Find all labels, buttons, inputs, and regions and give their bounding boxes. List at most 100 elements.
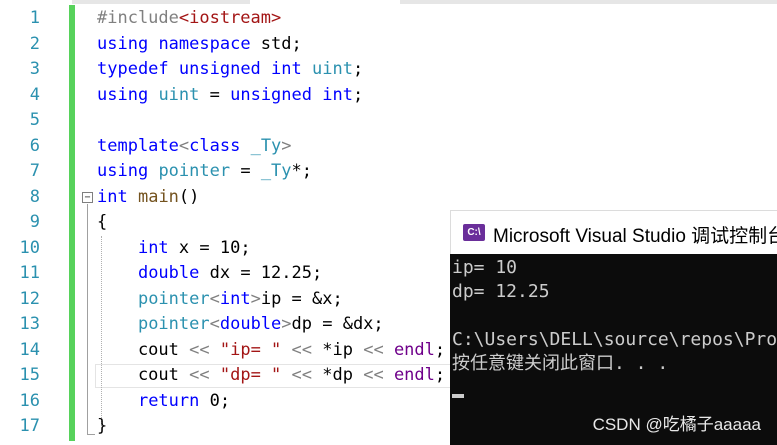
console-output-line: 按任意键关闭此窗口. . . <box>452 353 669 374</box>
code-line[interactable]: 6 template<class _Ty> <box>0 134 777 160</box>
code-token: using <box>97 84 149 105</box>
code-token: { <box>97 212 108 232</box>
code-text: using pointer = _Ty*; <box>97 159 312 185</box>
code-token: cout <box>97 339 190 360</box>
code-token: using <box>97 33 149 54</box>
code-token: int <box>322 84 353 105</box>
code-token: << <box>189 365 210 385</box>
code-token: "dp= " <box>219 365 282 385</box>
code-line[interactable]: 2 using namespace std; <box>0 32 777 58</box>
code-token: int <box>271 59 302 79</box>
code-text: typedef unsigned int uint; <box>97 57 363 83</box>
code-line[interactable]: 1 #include<iostream> <box>0 6 777 32</box>
code-token: > <box>250 288 261 309</box>
code-text: } <box>97 414 107 440</box>
code-token: = <box>230 161 261 181</box>
code-token: } <box>97 416 108 436</box>
code-token: endl <box>393 365 435 385</box>
code-token: << <box>363 365 384 385</box>
line-number: 2 <box>29 33 40 54</box>
code-token: ; <box>352 59 364 79</box>
code-token: double <box>137 263 200 283</box>
code-text: double dx = 12.25; <box>97 261 322 287</box>
code-line[interactable]: 5 <box>0 108 777 134</box>
code-text: using namespace std; <box>97 32 302 58</box>
code-token: main <box>137 186 179 207</box>
code-token: < <box>209 288 220 309</box>
code-token: uint <box>312 59 353 79</box>
code-token: ; <box>434 339 446 360</box>
code-token: () <box>178 186 200 207</box>
code-line[interactable]: 3 typedef unsigned int uint; <box>0 57 777 83</box>
console-output-line: C:\Users\DELL\source\repos\Pro <box>452 329 777 350</box>
code-text: pointer<double>dp = &dx; <box>97 312 384 338</box>
code-token: template <box>97 135 179 156</box>
line-number: 7 <box>29 161 40 181</box>
code-token: int <box>137 237 169 258</box>
line-number: 11 <box>19 263 40 283</box>
code-token: dx = 12.25; <box>199 263 323 283</box>
code-token: int <box>219 288 251 309</box>
code-token: class <box>189 135 241 156</box>
code-token: #include <box>97 8 179 28</box>
debug-console-window[interactable]: C:\ Microsoft Visual Studio 调试控制台 ip= 10… <box>450 210 777 445</box>
code-token: pointer <box>137 314 210 334</box>
code-token: double <box>219 314 282 334</box>
code-token: cout <box>97 365 190 385</box>
code-token: uint <box>158 84 200 105</box>
code-text: return 0; <box>97 389 230 415</box>
code-token: << <box>291 339 313 360</box>
line-number: 4 <box>29 84 40 105</box>
code-text: using uint = unsigned int; <box>97 83 363 109</box>
code-token: typedef <box>97 59 169 79</box>
code-token: *dp <box>312 365 364 385</box>
line-number: 5 <box>29 110 40 130</box>
code-token: = <box>199 84 231 105</box>
code-token: < <box>209 314 220 334</box>
code-line[interactable]: 8 int main() <box>0 185 777 211</box>
code-token: < <box>178 135 190 156</box>
code-token: ; <box>352 84 364 105</box>
code-text: int main() <box>97 185 199 211</box>
code-token: x = 10; <box>168 237 251 258</box>
code-text: cout << "ip= " << *ip << endl; <box>97 338 445 364</box>
console-output-line: ip= 10 <box>452 257 518 278</box>
code-line[interactable]: 4 using uint = unsigned int; <box>0 83 777 109</box>
code-text: cout << "dp= " << *dp << endl; <box>97 363 445 389</box>
line-number: 10 <box>19 237 40 258</box>
console-cursor <box>452 394 464 398</box>
code-text: template<class _Ty> <box>97 134 292 160</box>
watermark-text: CSDN @吃橘子aaaaa <box>592 415 761 434</box>
code-token: ip = &x; <box>260 288 343 309</box>
line-number: 13 <box>19 314 40 334</box>
code-token: unsigned <box>230 84 312 105</box>
code-token: << <box>291 365 313 385</box>
line-number: 12 <box>19 288 40 309</box>
console-titlebar[interactable]: C:\ Microsoft Visual Studio 调试控制台 <box>450 210 777 255</box>
code-text: int x = 10; <box>97 236 251 262</box>
code-line[interactable]: 7 using pointer = _Ty*; <box>0 159 777 185</box>
console-output-line: dp= 12.25 <box>452 281 550 302</box>
code-token: namespace <box>158 33 251 54</box>
line-number: 17 <box>19 416 40 436</box>
line-number: 16 <box>19 390 40 411</box>
line-number: 6 <box>29 135 40 156</box>
code-text: { <box>97 210 107 236</box>
line-number: 9 <box>29 212 40 232</box>
code-token: int <box>97 186 128 207</box>
code-token: using <box>97 161 149 181</box>
